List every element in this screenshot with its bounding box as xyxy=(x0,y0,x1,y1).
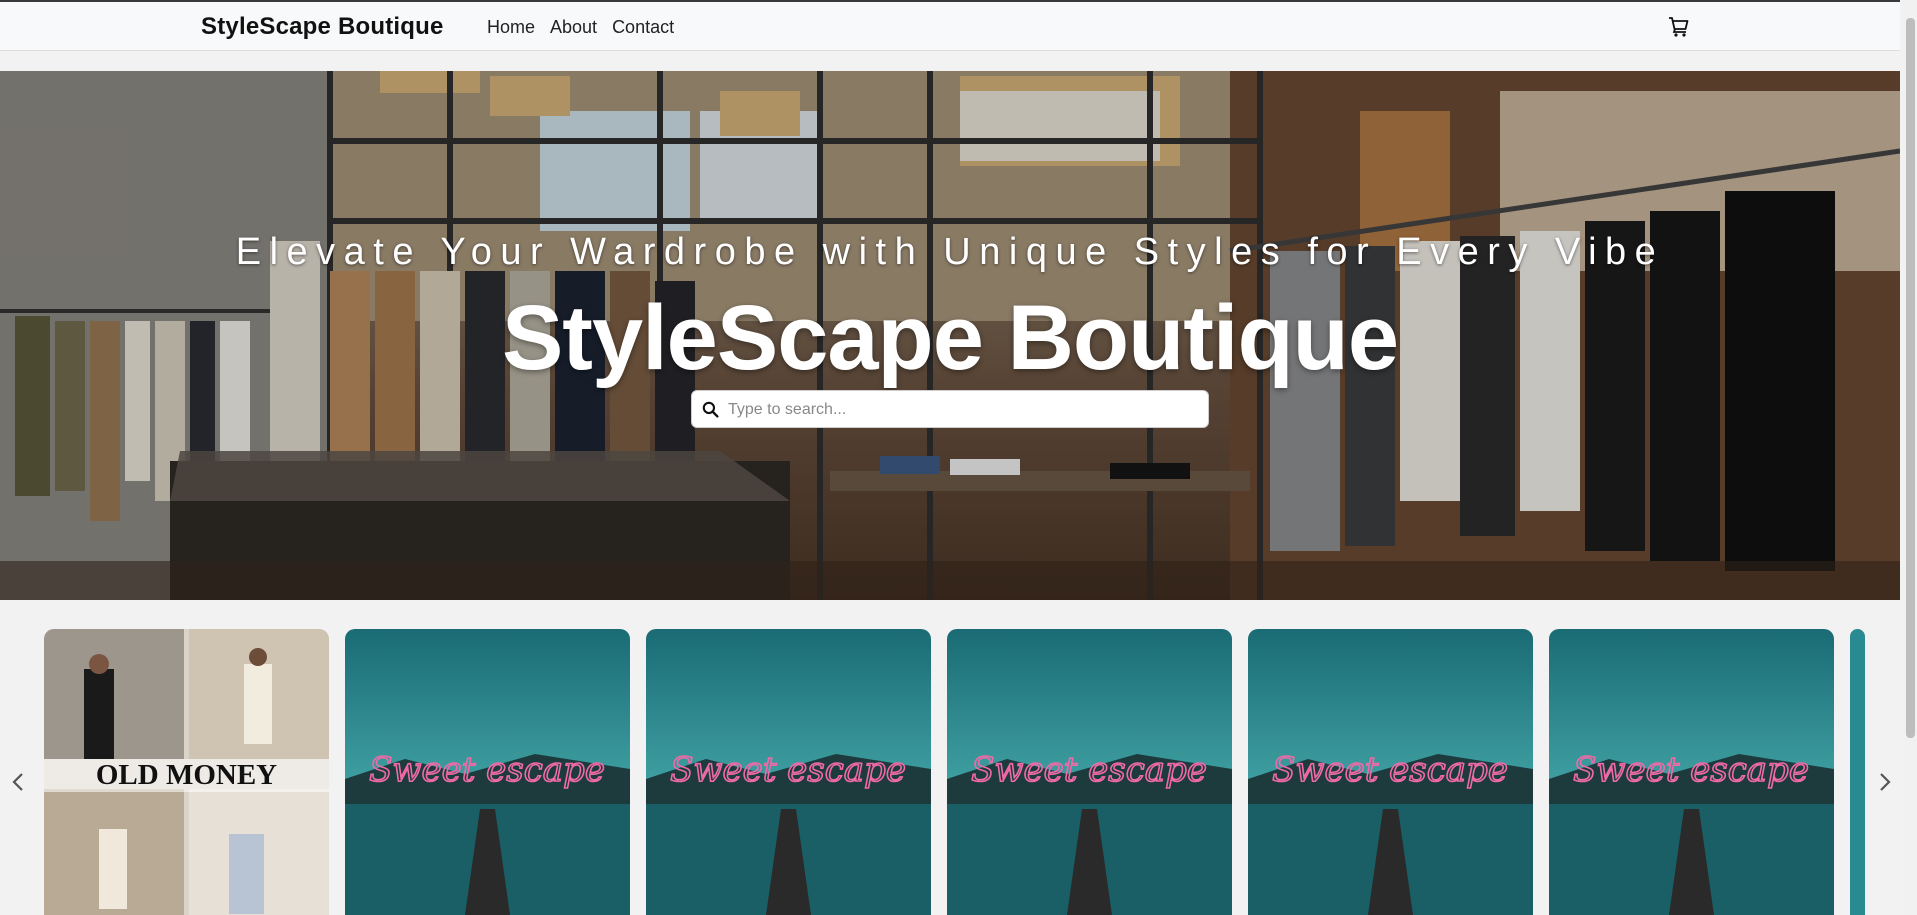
nav-contact[interactable]: Contact xyxy=(612,17,674,38)
scrollbar-thumb[interactable] xyxy=(1906,18,1915,738)
search-box xyxy=(691,390,1209,428)
hero-banner: Elevate Your Wardrobe with Unique Styles… xyxy=(0,71,1900,600)
product-card-sweet-escape[interactable]: Sweet escape xyxy=(345,629,630,915)
svg-text:Sweet escape: Sweet escape xyxy=(369,750,605,790)
product-card-sweet-escape[interactable]: Sweet escape xyxy=(646,629,931,915)
svg-text:Sweet escape: Sweet escape xyxy=(971,750,1207,790)
nav-about[interactable]: About xyxy=(550,17,597,38)
product-card-sweet-escape[interactable]: Sweet escape xyxy=(947,629,1232,915)
sweet-escape-image: Sweet escape xyxy=(1248,629,1533,915)
svg-text:Sweet escape: Sweet escape xyxy=(1272,750,1508,790)
svg-text:Sweet escape: Sweet escape xyxy=(1573,750,1809,790)
product-carousel: OLD MONEY Sweet escape Sweet escape Swee… xyxy=(0,600,1900,915)
sweet-escape-image: Sweet escape xyxy=(1549,629,1834,915)
page-scrollbar[interactable] xyxy=(1903,0,1917,915)
nav-home[interactable]: Home xyxy=(487,17,535,38)
cart-icon[interactable] xyxy=(1667,15,1691,39)
hero-tagline: Elevate Your Wardrobe with Unique Styles… xyxy=(235,231,1665,273)
svg-text:Sweet escape: Sweet escape xyxy=(670,750,906,790)
chevron-left-icon[interactable] xyxy=(7,770,29,794)
collage-title: OLD MONEY xyxy=(44,759,329,792)
sweet-escape-image: Sweet escape xyxy=(947,629,1232,915)
product-card-sweet-escape[interactable]: Sweet escape xyxy=(1549,629,1834,915)
nav-links: Home About Contact xyxy=(487,17,689,38)
sweet-escape-image: Sweet escape xyxy=(345,629,630,915)
brand-logo[interactable]: StyleScape Boutique xyxy=(201,13,444,41)
product-card-sweet-escape[interactable]: Sweet escape xyxy=(1248,629,1533,915)
navbar: StyleScape Boutique Home About Contact xyxy=(0,0,1900,51)
sweet-escape-image xyxy=(1850,629,1865,915)
chevron-right-icon[interactable] xyxy=(1874,770,1896,794)
search-icon xyxy=(702,401,719,418)
product-card-partial[interactable] xyxy=(1850,629,1865,915)
product-card-old-money[interactable]: OLD MONEY xyxy=(44,629,329,915)
hero-title: StyleScape Boutique xyxy=(501,287,1399,389)
search-input[interactable] xyxy=(728,395,1198,425)
sweet-escape-image: Sweet escape xyxy=(646,629,931,915)
